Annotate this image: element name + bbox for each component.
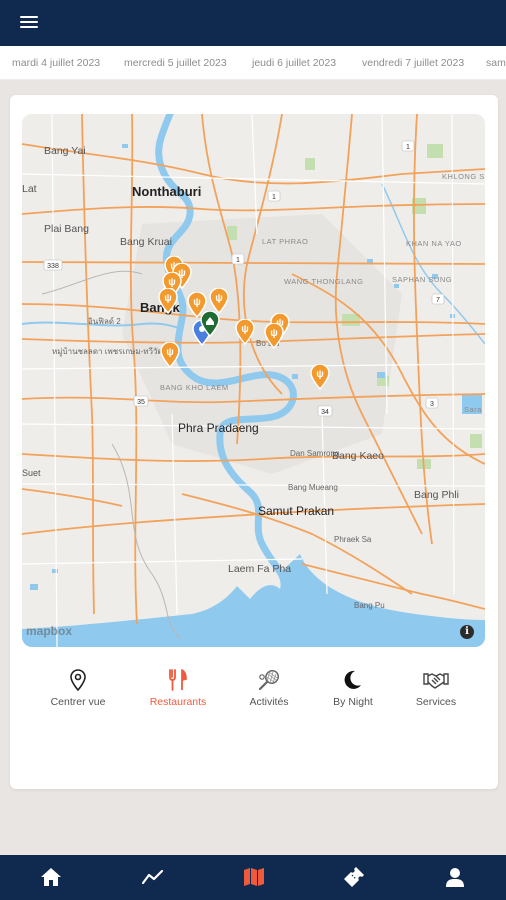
user-icon[interactable] — [443, 865, 467, 889]
map-label: Samut Prakan — [258, 504, 334, 518]
map-label: Laem Fa Pha — [228, 563, 291, 575]
road-shield: 35 — [137, 399, 145, 406]
svg-text:ψ: ψ — [166, 347, 174, 358]
bottom-nav — [0, 855, 506, 900]
map-label: Phraek Sa — [334, 535, 372, 544]
map-label: Lat — [22, 183, 37, 195]
mapbox-attribution-logo[interactable]: mapbox — [26, 624, 72, 638]
map-label: Bang Yai — [44, 145, 86, 157]
ticket-icon[interactable] — [342, 865, 366, 889]
home-icon[interactable] — [39, 865, 63, 889]
map-label: Bang Kruai — [120, 236, 172, 248]
road-shield: 1 — [406, 144, 410, 151]
road-shield: 338 — [47, 263, 59, 270]
location-pin-icon — [38, 668, 118, 692]
map-label: Bang Pu — [354, 601, 385, 610]
fork-knife-icon — [138, 668, 218, 692]
svg-text:ψ: ψ — [168, 277, 176, 288]
category-activites[interactable]: Activités — [229, 668, 309, 708]
map-label: Bang Phli — [414, 489, 459, 501]
road-shield: 34 — [321, 409, 329, 416]
svg-text:ψ: ψ — [270, 328, 278, 339]
date-tab[interactable]: jeudi 6 juillet 2023 — [252, 57, 336, 69]
trend-chart-icon[interactable] — [141, 865, 165, 889]
map-label: Bang Kaeo — [332, 450, 384, 462]
svg-text:ψ: ψ — [164, 293, 172, 304]
handshake-icon — [396, 668, 476, 692]
road-shield: 1 — [236, 257, 240, 264]
category-label: Restaurants — [149, 696, 207, 708]
map-label: หมู่บ้านชลลดา เพชรเกษม-ทวีวัฒนา — [52, 347, 175, 357]
category-restaurants[interactable]: Restaurants — [138, 668, 218, 708]
restaurant-pin[interactable]: ψ — [158, 288, 178, 314]
map-label: อินฟิลด์ 2 — [88, 316, 121, 326]
restaurant-pin[interactable]: ψ — [160, 342, 180, 368]
map-view[interactable]: 338 1 1 1 7 35 34 3 Bang Yai Lat Plai Ba… — [22, 114, 485, 647]
map-label: Phra Pradaeng — [178, 421, 259, 435]
map-label: Bang Mueang — [288, 483, 338, 492]
hamburger-menu-icon[interactable] — [20, 15, 38, 29]
svg-text:ψ: ψ — [215, 293, 223, 304]
road-shield: 3 — [430, 401, 434, 408]
tennis-racket-icon — [229, 668, 309, 692]
restaurant-pin[interactable]: ψ — [310, 364, 330, 390]
road-shield: 1 — [272, 194, 276, 201]
svg-text:ψ: ψ — [316, 369, 324, 380]
date-tab[interactable]: mercredi 5 juillet 2023 — [124, 57, 227, 69]
map-label: KHAN NA YAO — [406, 239, 462, 248]
map-label: Sara — [464, 405, 482, 414]
category-label: Services — [415, 696, 457, 708]
category-label: Activités — [249, 696, 289, 708]
map-label: WANG THONGLANG — [284, 277, 364, 286]
category-by-night[interactable]: By Night — [313, 668, 393, 708]
restaurant-pin[interactable]: ψ — [235, 319, 255, 345]
restaurant-pin[interactable]: ψ — [264, 323, 284, 349]
category-services[interactable]: Services — [396, 668, 476, 708]
map-icon[interactable] — [242, 865, 266, 889]
date-scroller[interactable]: mardi 4 juillet 2023 mercredi 5 juillet … — [0, 46, 506, 80]
map-label: Suet — [22, 468, 41, 478]
date-tab[interactable]: mardi 4 juillet 2023 — [12, 57, 100, 69]
map-label: Nonthaburi — [132, 184, 201, 199]
hotel-pin[interactable] — [200, 311, 220, 337]
map-label: SAPHAN SUNG — [392, 275, 452, 284]
map-label: BANG KHO LAEM — [160, 383, 229, 392]
category-label: Centrer vue — [50, 696, 106, 708]
svg-text:ψ: ψ — [241, 324, 249, 335]
map-info-icon[interactable]: i — [460, 625, 474, 639]
top-app-bar — [0, 0, 506, 46]
date-tab[interactable]: vendredi 7 juillet 2023 — [362, 57, 464, 69]
map-label: LAT PHRAO — [262, 237, 308, 246]
road-shield: 7 — [436, 297, 440, 304]
category-centrer-vue[interactable]: Centrer vue — [38, 668, 118, 708]
date-tab[interactable]: sam — [486, 57, 506, 69]
map-label: KHLONG SAM WA — [442, 172, 485, 181]
map-label: Dan Samrong — [290, 449, 339, 458]
svg-text:ψ: ψ — [193, 297, 201, 308]
moon-icon — [313, 668, 393, 692]
category-label: By Night — [333, 696, 373, 708]
map-label: Plai Bang — [44, 223, 89, 235]
